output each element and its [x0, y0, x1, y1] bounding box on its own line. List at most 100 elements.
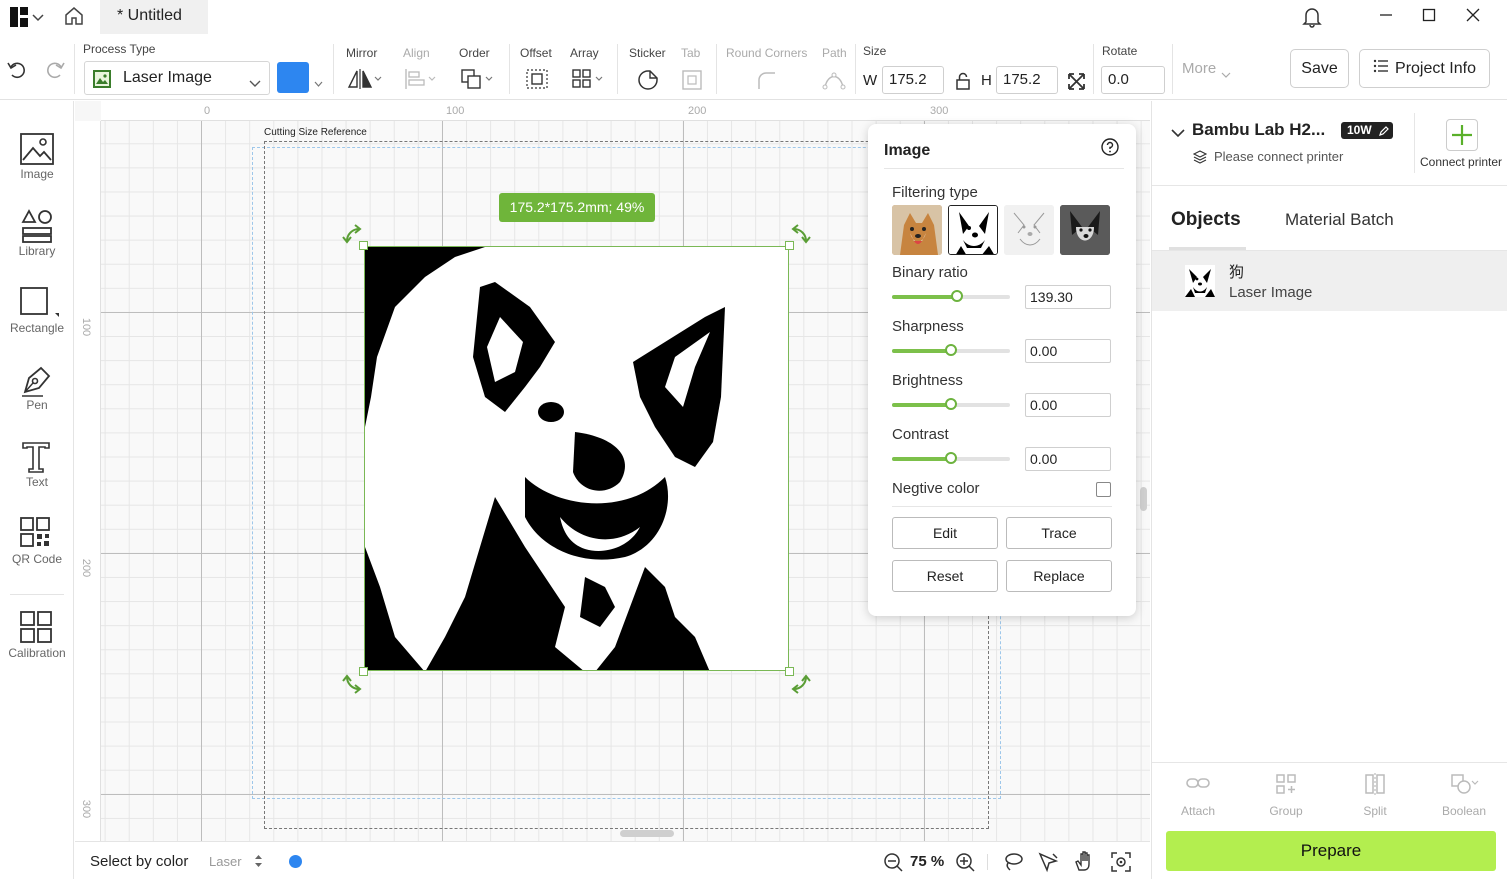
- connect-printer-label[interactable]: Connect printer: [1420, 155, 1502, 169]
- group-button[interactable]: Group: [1256, 773, 1316, 821]
- laser-select[interactable]: Laser: [209, 854, 242, 869]
- save-button[interactable]: Save: [1290, 49, 1349, 88]
- rotate-handle-icon[interactable]: [788, 223, 812, 252]
- tool-image[interactable]: Image: [0, 125, 74, 195]
- object-list-item[interactable]: 狗 Laser Image: [1152, 251, 1507, 311]
- tab-icon[interactable]: [681, 69, 703, 96]
- panel-divider: [884, 168, 1124, 169]
- tool-pen[interactable]: Pen: [0, 356, 74, 426]
- app-logo-icon[interactable]: [10, 7, 28, 32]
- minimize-button[interactable]: [1364, 0, 1408, 30]
- zoom-in-icon[interactable]: [955, 852, 975, 877]
- process-type-select[interactable]: Laser Image: [84, 61, 270, 95]
- round-corners-icon[interactable]: [756, 70, 778, 95]
- mirror-icon[interactable]: [347, 68, 383, 95]
- brightness-slider[interactable]: [892, 398, 1010, 410]
- maximize-button[interactable]: [1407, 0, 1451, 30]
- sharpness-slider[interactable]: [892, 344, 1010, 356]
- hand-icon[interactable]: [1073, 850, 1095, 877]
- horizontal-scrollbar[interactable]: [620, 830, 674, 837]
- title-bar: * Untitled: [0, 0, 1507, 34]
- sticker-icon[interactable]: [637, 69, 659, 96]
- edit-button[interactable]: Edit: [892, 517, 998, 549]
- offset-icon[interactable]: [526, 69, 548, 94]
- prepare-button[interactable]: Prepare: [1166, 831, 1496, 871]
- attach-button[interactable]: Attach: [1168, 773, 1228, 821]
- lasso-icon[interactable]: [1002, 851, 1024, 878]
- negative-color-checkbox[interactable]: [1096, 482, 1111, 497]
- home-icon[interactable]: [63, 5, 85, 32]
- sort-arrows-icon[interactable]: [254, 854, 263, 873]
- height-input[interactable]: 175.2: [996, 66, 1058, 94]
- redo-icon[interactable]: [44, 59, 66, 84]
- laser-color-dot[interactable]: [289, 855, 302, 868]
- toolbar-divider: [1172, 44, 1173, 94]
- path-icon[interactable]: [822, 69, 846, 96]
- slider-knob[interactable]: [945, 344, 957, 356]
- filter-original-thumbnail[interactable]: [892, 205, 942, 255]
- filtering-type-label: Filtering type: [892, 184, 978, 201]
- rotate-handle-icon[interactable]: [341, 671, 365, 700]
- split-button[interactable]: Split: [1345, 773, 1405, 821]
- chevron-down-icon[interactable]: [32, 10, 44, 28]
- undo-icon[interactable]: [6, 59, 28, 84]
- lock-icon[interactable]: [955, 72, 971, 95]
- slider-knob[interactable]: [950, 290, 963, 302]
- connect-printer-button[interactable]: [1446, 119, 1478, 151]
- contrast-input[interactable]: 0.00: [1025, 447, 1111, 471]
- tool-text[interactable]: Text: [0, 433, 74, 503]
- filter-grayscale-thumbnail[interactable]: [1060, 205, 1110, 255]
- binary-ratio-slider[interactable]: [892, 290, 1010, 302]
- filter-binary-thumbnail[interactable]: [948, 205, 998, 255]
- zoom-out-icon[interactable]: [883, 852, 903, 877]
- tool-calibration[interactable]: Calibration: [0, 604, 74, 674]
- project-info-label: Project Info: [1395, 59, 1476, 77]
- sharpness-label: Sharpness: [892, 318, 964, 335]
- select-cursor-icon[interactable]: [1037, 851, 1059, 878]
- fit-view-icon[interactable]: [1110, 851, 1132, 878]
- sharpness-input[interactable]: 0.00: [1025, 339, 1111, 363]
- boolean-button[interactable]: Boolean: [1434, 773, 1494, 821]
- chevron-down-icon[interactable]: [1171, 125, 1185, 143]
- align-icon[interactable]: [404, 68, 438, 95]
- printer-name[interactable]: Bambu Lab H2...: [1192, 120, 1325, 140]
- brightness-input[interactable]: 0.00: [1025, 393, 1111, 417]
- document-tab[interactable]: * Untitled: [100, 0, 208, 34]
- slider-knob[interactable]: [945, 452, 957, 464]
- layers-icon: [1192, 150, 1208, 169]
- fit-size-icon[interactable]: [1067, 72, 1086, 96]
- project-info-button[interactable]: Project Info: [1359, 49, 1490, 88]
- help-icon[interactable]: [1101, 138, 1119, 161]
- width-input[interactable]: 175.2: [882, 66, 944, 94]
- rotate-input[interactable]: 0.0: [1101, 66, 1165, 94]
- right-panel: Bambu Lab H2... 10W Please connect print…: [1151, 101, 1507, 879]
- vertical-scrollbar[interactable]: [1140, 487, 1147, 511]
- bell-icon[interactable]: [1302, 6, 1322, 33]
- chevron-down-icon[interactable]: [314, 74, 323, 92]
- trace-button[interactable]: Trace: [1006, 517, 1112, 549]
- rotate-handle-icon[interactable]: [788, 671, 812, 700]
- close-button[interactable]: [1451, 0, 1495, 30]
- more-label[interactable]: More: [1182, 60, 1216, 77]
- tool-library[interactable]: Library: [0, 202, 74, 272]
- contrast-slider[interactable]: [892, 452, 1010, 464]
- binary-ratio-input[interactable]: 139.30: [1025, 285, 1111, 309]
- laser-power-badge[interactable]: 10W: [1341, 122, 1393, 139]
- tool-rectangle-label: Rectangle: [9, 321, 65, 335]
- selected-image[interactable]: [364, 246, 789, 671]
- replace-button[interactable]: Replace: [1006, 560, 1112, 592]
- order-icon[interactable]: [460, 68, 496, 95]
- reset-button[interactable]: Reset: [892, 560, 998, 592]
- rectangle-icon: [20, 287, 59, 317]
- slider-knob[interactable]: [945, 398, 957, 410]
- array-icon[interactable]: [572, 68, 608, 95]
- image-icon: [20, 133, 54, 165]
- chevron-down-icon[interactable]: [1221, 66, 1231, 84]
- filter-sketch-thumbnail[interactable]: [1004, 205, 1054, 255]
- rotate-handle-icon[interactable]: [341, 223, 365, 252]
- tool-qr-code[interactable]: QR Code: [0, 510, 74, 580]
- tool-rectangle[interactable]: Rectangle: [0, 279, 74, 349]
- tab-objects[interactable]: Objects: [1171, 209, 1241, 231]
- layer-color-swatch[interactable]: [277, 62, 309, 93]
- tab-material-batch[interactable]: Material Batch: [1285, 210, 1394, 230]
